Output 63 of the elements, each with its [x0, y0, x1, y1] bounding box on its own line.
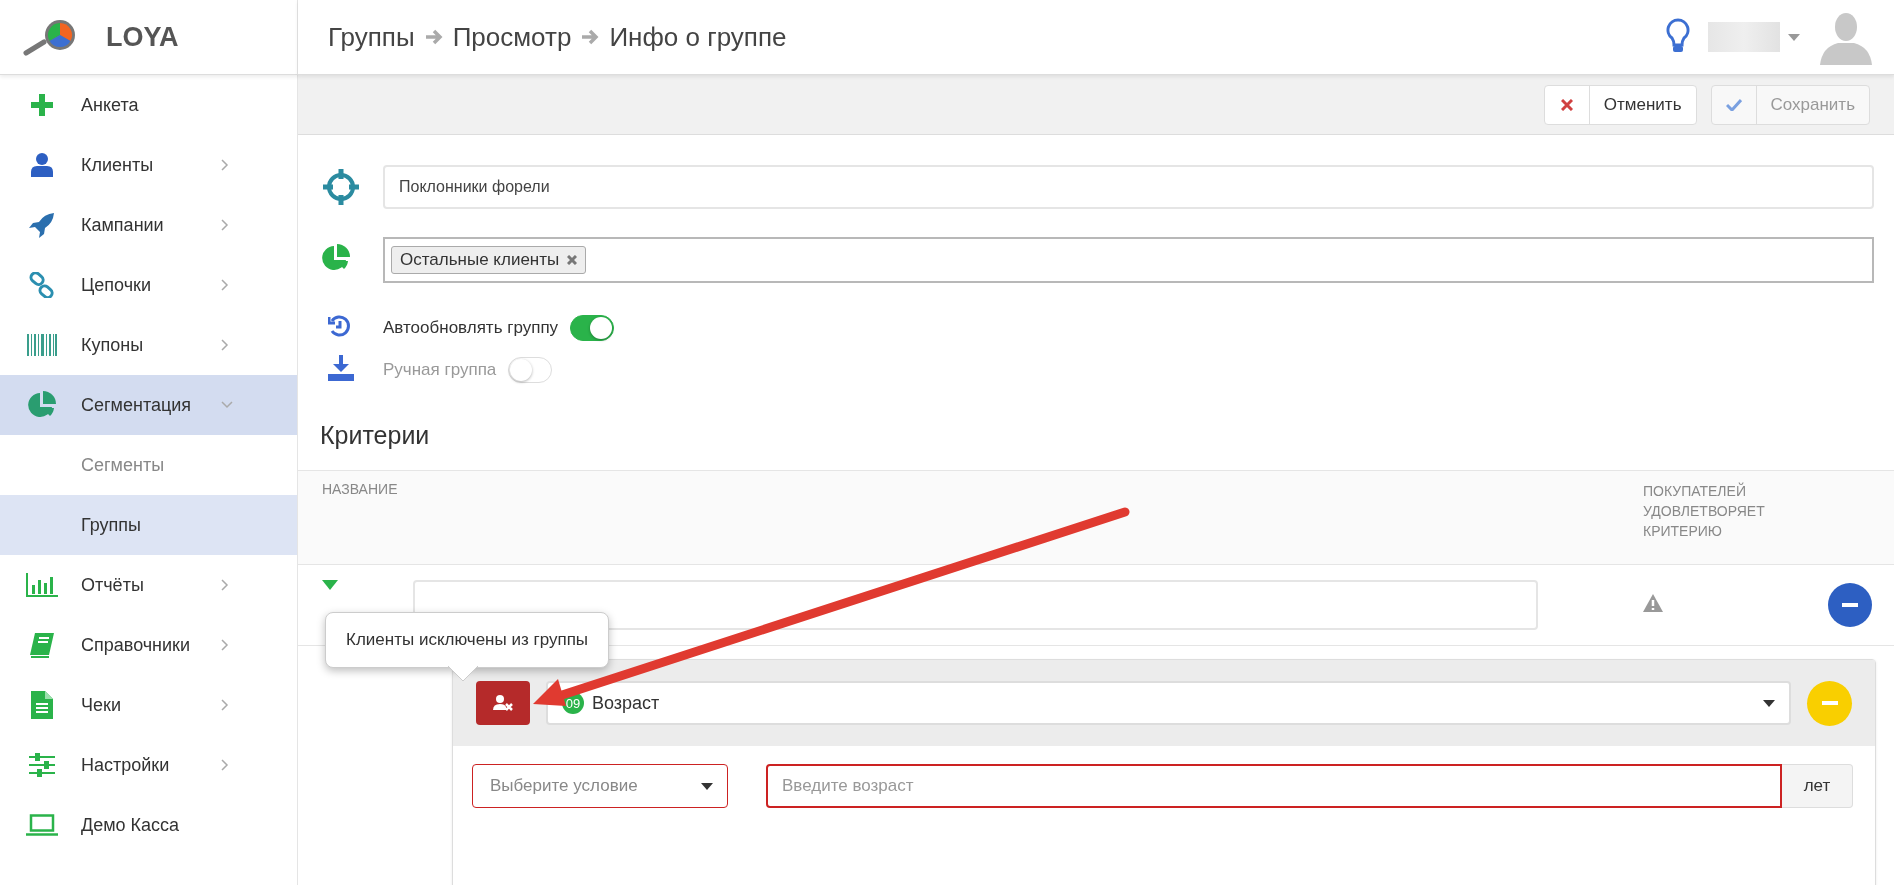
breadcrumb-link[interactable]: Инфо о группе: [609, 21, 787, 53]
document-icon: [31, 691, 53, 719]
sidebar-subitem[interactable]: Сегменты: [0, 435, 297, 495]
pie-chart-icon: [322, 244, 350, 272]
download-icon: [328, 355, 354, 381]
sliders-icon: [29, 753, 55, 777]
crosshair-icon: [322, 168, 360, 206]
caret-icon: [701, 782, 713, 790]
criterion-select[interactable]: 09 Возраст: [546, 681, 1791, 725]
column-header: НАЗВАНИЕ: [322, 481, 399, 499]
sidebar-item[interactable]: Цепочки: [0, 255, 297, 315]
unit-addon: лет: [1782, 764, 1853, 808]
section-title: Критерии: [320, 421, 431, 450]
arrow-right-icon: [581, 29, 600, 45]
logo-text: LOYA: [106, 21, 179, 53]
condition-select[interactable]: Выберите условие: [472, 764, 728, 808]
sidebar-item[interactable]: Демо Касса: [0, 795, 297, 855]
caret-icon: [1763, 699, 1775, 707]
sidebar-item[interactable]: Купоны: [0, 315, 297, 375]
history-icon: [328, 314, 352, 338]
user-icon: [31, 153, 53, 177]
remove-criterion-button[interactable]: [1828, 583, 1872, 627]
sidebar-item[interactable]: Справочники: [0, 615, 297, 675]
arrow-right-icon: [424, 29, 443, 45]
toggle-label: Автообновлять группу: [383, 318, 559, 338]
sidebar-item[interactable]: Сегментация: [0, 375, 297, 435]
sidebar-item[interactable]: Настройки: [0, 735, 297, 795]
remove-icon[interactable]: [567, 255, 578, 265]
column-header: ПОКУПАТЕЛЕЙ УДОВЛЕТВОРЯЕТ КРИТЕРИЮ: [1643, 481, 1766, 541]
cancel-button[interactable]: Отменить: [1543, 84, 1697, 125]
user-remove-icon: [493, 695, 513, 711]
segments-field[interactable]: Остальные клиенты: [383, 237, 1874, 283]
toggle-label: Ручная группа: [383, 360, 497, 380]
sidebar-item[interactable]: Отчёты: [0, 555, 297, 615]
exclude-toggle-button[interactable]: [476, 681, 530, 725]
redacted-block: [1708, 22, 1780, 52]
laptop-icon: [26, 814, 58, 836]
caret-icon[interactable]: [1788, 33, 1800, 41]
close-icon: [1560, 98, 1573, 111]
sidebar-item[interactable]: Кампании: [0, 195, 297, 255]
checkmark-icon: [1725, 98, 1742, 111]
breadcrumb-link[interactable]: Просмотр: [452, 21, 572, 53]
rocket-icon: [29, 212, 55, 238]
sidebar-item[interactable]: Чеки: [0, 675, 297, 735]
age-input-field[interactable]: Введите возраст: [766, 764, 1782, 808]
minus-icon: [1821, 701, 1838, 705]
criterion-field[interactable]: [413, 580, 1538, 630]
plus-icon: [31, 94, 53, 116]
sidebar-item[interactable]: Анкета: [0, 75, 297, 135]
pie-chart-icon: [28, 391, 56, 419]
chain-link-icon: [29, 272, 55, 298]
bar-chart-icon: [26, 573, 58, 597]
funnel-icon: [322, 580, 338, 590]
tooltip-pointer: [448, 666, 478, 682]
sidebar-item[interactable]: Клиенты: [0, 135, 297, 195]
minus-icon: [1842, 603, 1858, 607]
barcode-icon: [27, 334, 57, 356]
segment-tag: Остальные клиенты: [391, 246, 587, 274]
sidebar-subitem[interactable]: Группы: [0, 495, 297, 555]
book-icon: [29, 632, 55, 658]
breadcrumb-link[interactable]: Группы: [328, 21, 415, 53]
group-name-field[interactable]: Поклонники форели: [383, 165, 1874, 209]
toggle-switch[interactable]: [570, 315, 615, 341]
